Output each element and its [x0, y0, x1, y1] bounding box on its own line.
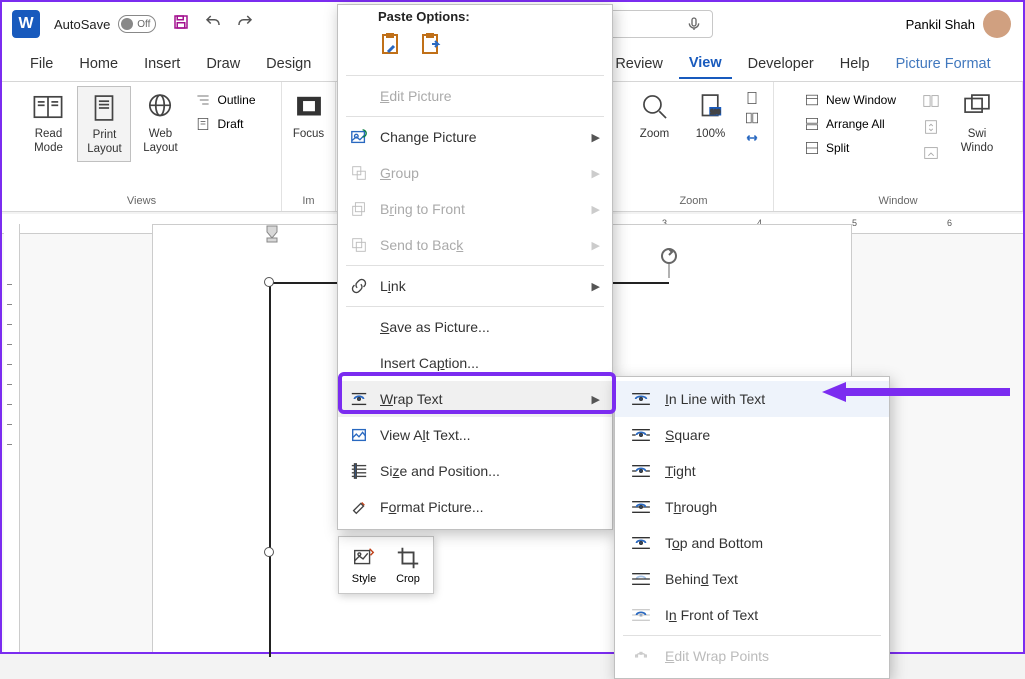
- wrap-tight[interactable]: Tight: [615, 453, 889, 489]
- page-width-icon[interactable]: [744, 90, 760, 106]
- ctx-format-picture[interactable]: Format Picture...: [338, 489, 612, 525]
- paste-picture-icon[interactable]: [418, 32, 444, 63]
- ctx-group: Group▶: [338, 155, 612, 191]
- page-fit-icon[interactable]: [744, 130, 760, 146]
- context-menu: Paste Options: Edit Picture Change Pictu…: [337, 4, 613, 530]
- vertical-ruler[interactable]: [4, 224, 20, 652]
- tab-insert[interactable]: Insert: [134, 50, 190, 78]
- split-button[interactable]: Split: [798, 138, 902, 158]
- indent-marker-icon[interactable]: [265, 224, 279, 249]
- tab-file[interactable]: File: [20, 50, 63, 78]
- rotation-handle-icon[interactable]: [657, 248, 681, 283]
- ctx-change-picture[interactable]: Change Picture▶: [338, 119, 612, 155]
- zoom-100-button[interactable]: 100100%: [684, 86, 738, 146]
- draft-button[interactable]: Draft: [189, 114, 261, 134]
- user-account[interactable]: Pankil Shah: [906, 10, 1011, 38]
- style-button[interactable]: Style: [345, 543, 383, 587]
- ctx-view-alt-text[interactable]: View Alt Text...: [338, 417, 612, 453]
- switch-windows-button[interactable]: Swi Windo: [950, 86, 1004, 160]
- wrap-behind-text[interactable]: Behind Text: [615, 561, 889, 597]
- focus-button[interactable]: Focus: [282, 86, 336, 146]
- tab-design[interactable]: Design: [256, 50, 321, 78]
- web-layout-button[interactable]: Web Layout: [133, 86, 187, 160]
- read-mode-button[interactable]: Read Mode: [21, 86, 75, 160]
- save-icon[interactable]: [172, 13, 190, 36]
- side-by-side-icon: [922, 92, 940, 110]
- sync-scroll-icon: [922, 118, 940, 136]
- views-group-label: Views: [127, 195, 156, 211]
- arrange-all-button[interactable]: Arrange All: [798, 114, 902, 134]
- ctx-wrap-text[interactable]: Wrap Text▶: [338, 381, 612, 417]
- ctx-insert-caption[interactable]: Insert Caption...: [338, 345, 612, 381]
- redo-icon[interactable]: [236, 13, 254, 36]
- ctx-save-as-picture[interactable]: Save as Picture...: [338, 309, 612, 345]
- print-layout-button[interactable]: Print Layout: [77, 86, 131, 162]
- paste-keep-formatting-icon[interactable]: [378, 32, 404, 63]
- tab-developer[interactable]: Developer: [738, 50, 824, 78]
- svg-text:100: 100: [710, 110, 721, 116]
- tab-home[interactable]: Home: [69, 50, 128, 78]
- wrap-through[interactable]: Through: [615, 489, 889, 525]
- wrap-edit-points: Edit Wrap Points: [615, 638, 889, 674]
- ctx-size-position[interactable]: Size and Position...: [338, 453, 612, 489]
- undo-icon[interactable]: [204, 13, 222, 36]
- ctx-link[interactable]: Link▶: [338, 268, 612, 304]
- mini-toolbar: Style Crop: [338, 536, 434, 594]
- word-app-icon: W: [12, 10, 40, 38]
- paste-options-header: Paste Options:: [338, 9, 612, 30]
- autosave-label: AutoSave: [54, 17, 110, 32]
- crop-button[interactable]: Crop: [389, 543, 427, 587]
- multi-page-icon[interactable]: [744, 110, 760, 126]
- tab-draw[interactable]: Draw: [196, 50, 250, 78]
- user-name: Pankil Shah: [906, 17, 975, 32]
- outline-button[interactable]: Outline: [189, 90, 261, 110]
- wrap-top-bottom[interactable]: Top and Bottom: [615, 525, 889, 561]
- ctx-send-back: Send to Back▶: [338, 227, 612, 263]
- microphone-icon: [686, 16, 702, 32]
- zoom-button[interactable]: Zoom: [628, 86, 682, 146]
- tab-help[interactable]: Help: [830, 50, 880, 78]
- ctx-bring-front: Bring to Front▶: [338, 191, 612, 227]
- tab-picture-format[interactable]: Picture Format: [886, 50, 1001, 78]
- annotation-arrow-icon: [822, 380, 1012, 415]
- reset-window-icon: [922, 144, 940, 162]
- autosave-toggle[interactable]: AutoSave Off: [54, 15, 156, 33]
- avatar: [983, 10, 1011, 38]
- wrap-text-submenu: In Line with Text Square Tight Through T…: [614, 376, 890, 679]
- wrap-in-front-text[interactable]: In Front of Text: [615, 597, 889, 633]
- tab-review[interactable]: Review: [605, 50, 673, 78]
- ctx-edit-picture: Edit Picture: [338, 78, 612, 114]
- tab-view[interactable]: View: [679, 49, 732, 79]
- wrap-square[interactable]: Square: [615, 417, 889, 453]
- new-window-button[interactable]: New Window: [798, 90, 902, 110]
